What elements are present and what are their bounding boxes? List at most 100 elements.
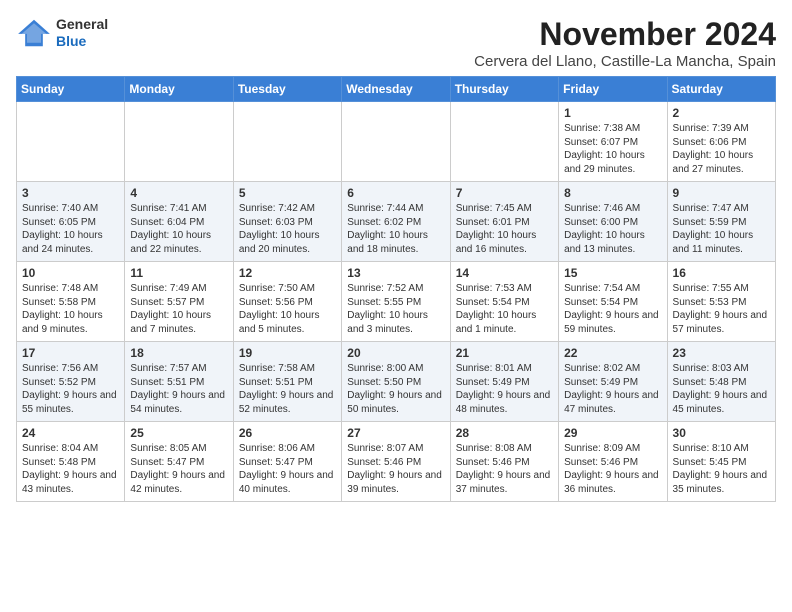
weekday-header-row: SundayMondayTuesdayWednesdayThursdayFrid… — [17, 77, 776, 102]
day-number: 29 — [564, 426, 661, 440]
day-number: 26 — [239, 426, 336, 440]
day-info: Sunrise: 7:44 AM Sunset: 6:02 PM Dayligh… — [347, 202, 444, 256]
calendar-day: 12 Sunrise: 7:50 AM Sunset: 5:56 PM Dayli… — [233, 262, 341, 342]
location: Cervera del Llano, Castille-La Mancha, S… — [474, 53, 776, 70]
weekday-header-saturday: Saturday — [667, 77, 775, 102]
calendar-day: 18 Sunrise: 7:57 AM Sunset: 5:51 PM Dayli… — [125, 342, 233, 422]
day-info: Sunrise: 7:48 AM Sunset: 5:58 PM Dayligh… — [22, 282, 119, 336]
day-info: Sunrise: 8:01 AM Sunset: 5:49 PM Dayligh… — [456, 362, 553, 416]
day-info: Sunrise: 7:54 AM Sunset: 5:54 PM Dayligh… — [564, 282, 661, 336]
weekday-header-friday: Friday — [559, 77, 667, 102]
calendar-day: 2 Sunrise: 7:39 AM Sunset: 6:06 PM Daylig… — [667, 102, 775, 182]
calendar-day: 26 Sunrise: 8:06 AM Sunset: 5:47 PM Dayli… — [233, 422, 341, 502]
day-info: Sunrise: 7:38 AM Sunset: 6:07 PM Dayligh… — [564, 122, 661, 176]
day-info: Sunrise: 7:45 AM Sunset: 6:01 PM Dayligh… — [456, 202, 553, 256]
day-info: Sunrise: 8:10 AM Sunset: 5:45 PM Dayligh… — [673, 442, 770, 496]
day-number: 3 — [22, 186, 119, 200]
day-number: 11 — [130, 266, 227, 280]
day-info: Sunrise: 8:09 AM Sunset: 5:46 PM Dayligh… — [564, 442, 661, 496]
day-info: Sunrise: 8:08 AM Sunset: 5:46 PM Dayligh… — [456, 442, 553, 496]
calendar-day: 13 Sunrise: 7:52 AM Sunset: 5:55 PM Dayli… — [342, 262, 450, 342]
calendar-day: 3 Sunrise: 7:40 AM Sunset: 6:05 PM Daylig… — [17, 182, 125, 262]
day-info: Sunrise: 7:46 AM Sunset: 6:00 PM Dayligh… — [564, 202, 661, 256]
calendar-day: 22 Sunrise: 8:02 AM Sunset: 5:49 PM Dayli… — [559, 342, 667, 422]
day-number: 1 — [564, 106, 661, 120]
day-number: 2 — [673, 106, 770, 120]
calendar-week-row: 10 Sunrise: 7:48 AM Sunset: 5:58 PM Dayli… — [17, 262, 776, 342]
day-info: Sunrise: 8:07 AM Sunset: 5:46 PM Dayligh… — [347, 442, 444, 496]
calendar-table: SundayMondayTuesdayWednesdayThursdayFrid… — [16, 76, 776, 502]
day-number: 10 — [22, 266, 119, 280]
calendar-week-row: 17 Sunrise: 7:56 AM Sunset: 5:52 PM Dayli… — [17, 342, 776, 422]
calendar-day: 28 Sunrise: 8:08 AM Sunset: 5:46 PM Dayli… — [450, 422, 558, 502]
day-info: Sunrise: 7:55 AM Sunset: 5:53 PM Dayligh… — [673, 282, 770, 336]
day-number: 12 — [239, 266, 336, 280]
calendar-day — [17, 102, 125, 182]
day-number: 20 — [347, 346, 444, 360]
calendar-week-row: 1 Sunrise: 7:38 AM Sunset: 6:07 PM Daylig… — [17, 102, 776, 182]
weekday-header-wednesday: Wednesday — [342, 77, 450, 102]
calendar-day: 11 Sunrise: 7:49 AM Sunset: 5:57 PM Dayli… — [125, 262, 233, 342]
day-number: 21 — [456, 346, 553, 360]
day-info: Sunrise: 8:05 AM Sunset: 5:47 PM Dayligh… — [130, 442, 227, 496]
calendar-day: 25Sunrise: 8:05 AM Sunset: 5:47 PM Dayli… — [125, 422, 233, 502]
weekday-header-tuesday: Tuesday — [233, 77, 341, 102]
day-number: 9 — [673, 186, 770, 200]
logo: General Blue — [16, 16, 108, 50]
calendar-day: 5 Sunrise: 7:42 AM Sunset: 6:03 PM Daylig… — [233, 182, 341, 262]
day-number: 14 — [456, 266, 553, 280]
day-number: 24 — [22, 426, 119, 440]
day-number: 23 — [673, 346, 770, 360]
day-info: Sunrise: 8:02 AM Sunset: 5:49 PM Dayligh… — [564, 362, 661, 416]
day-info: Sunrise: 7:58 AM Sunset: 5:51 PM Dayligh… — [239, 362, 336, 416]
day-info: Sunrise: 7:57 AM Sunset: 5:51 PM Dayligh… — [130, 362, 227, 416]
day-number: 19 — [239, 346, 336, 360]
logo-blue: Blue — [56, 33, 108, 50]
day-info: Sunrise: 7:52 AM Sunset: 5:55 PM Dayligh… — [347, 282, 444, 336]
day-info: Sunrise: 7:39 AM Sunset: 6:06 PM Dayligh… — [673, 122, 770, 176]
calendar-day: 1 Sunrise: 7:38 AM Sunset: 6:07 PM Daylig… — [559, 102, 667, 182]
calendar-day — [450, 102, 558, 182]
month-title: November 2024 — [474, 16, 776, 53]
day-number: 8 — [564, 186, 661, 200]
calendar-day: 6Sunrise: 7:44 AM Sunset: 6:02 PM Daylig… — [342, 182, 450, 262]
day-info: Sunrise: 8:04 AM Sunset: 5:48 PM Dayligh… — [22, 442, 119, 496]
day-info: Sunrise: 7:49 AM Sunset: 5:57 PM Dayligh… — [130, 282, 227, 336]
day-info: Sunrise: 7:40 AM Sunset: 6:05 PM Dayligh… — [22, 202, 119, 256]
day-info: Sunrise: 8:03 AM Sunset: 5:48 PM Dayligh… — [673, 362, 770, 416]
day-info: Sunrise: 7:50 AM Sunset: 5:56 PM Dayligh… — [239, 282, 336, 336]
title-block: November 2024 Cervera del Llano, Castill… — [474, 16, 776, 70]
day-number: 16 — [673, 266, 770, 280]
calendar-day: 9Sunrise: 7:47 AM Sunset: 5:59 PM Daylig… — [667, 182, 775, 262]
calendar-day — [342, 102, 450, 182]
day-info: Sunrise: 7:56 AM Sunset: 5:52 PM Dayligh… — [22, 362, 119, 416]
day-info: Sunrise: 7:42 AM Sunset: 6:03 PM Dayligh… — [239, 202, 336, 256]
calendar-day: 8 Sunrise: 7:46 AM Sunset: 6:00 PM Daylig… — [559, 182, 667, 262]
calendar-day: 4Sunrise: 7:41 AM Sunset: 6:04 PM Daylig… — [125, 182, 233, 262]
calendar-day: 14 Sunrise: 7:53 AM Sunset: 5:54 PM Dayli… — [450, 262, 558, 342]
logo-text: General Blue — [56, 16, 108, 50]
header-area: General Blue November 2024 Cervera del L… — [16, 16, 776, 70]
day-number: 13 — [347, 266, 444, 280]
day-number: 4 — [130, 186, 227, 200]
day-number: 28 — [456, 426, 553, 440]
day-info: Sunrise: 7:53 AM Sunset: 5:54 PM Dayligh… — [456, 282, 553, 336]
calendar-day: 15Sunrise: 7:54 AM Sunset: 5:54 PM Dayli… — [559, 262, 667, 342]
calendar-day: 27 Sunrise: 8:07 AM Sunset: 5:46 PM Dayli… — [342, 422, 450, 502]
day-number: 22 — [564, 346, 661, 360]
day-info: Sunrise: 8:00 AM Sunset: 5:50 PM Dayligh… — [347, 362, 444, 416]
calendar-week-row: 24 Sunrise: 8:04 AM Sunset: 5:48 PM Dayli… — [17, 422, 776, 502]
calendar-day: 17 Sunrise: 7:56 AM Sunset: 5:52 PM Dayli… — [17, 342, 125, 422]
day-info: Sunrise: 8:06 AM Sunset: 5:47 PM Dayligh… — [239, 442, 336, 496]
day-number: 17 — [22, 346, 119, 360]
calendar-day: 19 Sunrise: 7:58 AM Sunset: 5:51 PM Dayli… — [233, 342, 341, 422]
day-number: 7 — [456, 186, 553, 200]
day-number: 5 — [239, 186, 336, 200]
calendar-week-row: 3 Sunrise: 7:40 AM Sunset: 6:05 PM Daylig… — [17, 182, 776, 262]
day-number: 30 — [673, 426, 770, 440]
day-number: 27 — [347, 426, 444, 440]
calendar-day: 23 Sunrise: 8:03 AM Sunset: 5:48 PM Dayli… — [667, 342, 775, 422]
calendar-day: 10 Sunrise: 7:48 AM Sunset: 5:58 PM Dayli… — [17, 262, 125, 342]
calendar-day: 30 Sunrise: 8:10 AM Sunset: 5:45 PM Dayli… — [667, 422, 775, 502]
day-number: 18 — [130, 346, 227, 360]
